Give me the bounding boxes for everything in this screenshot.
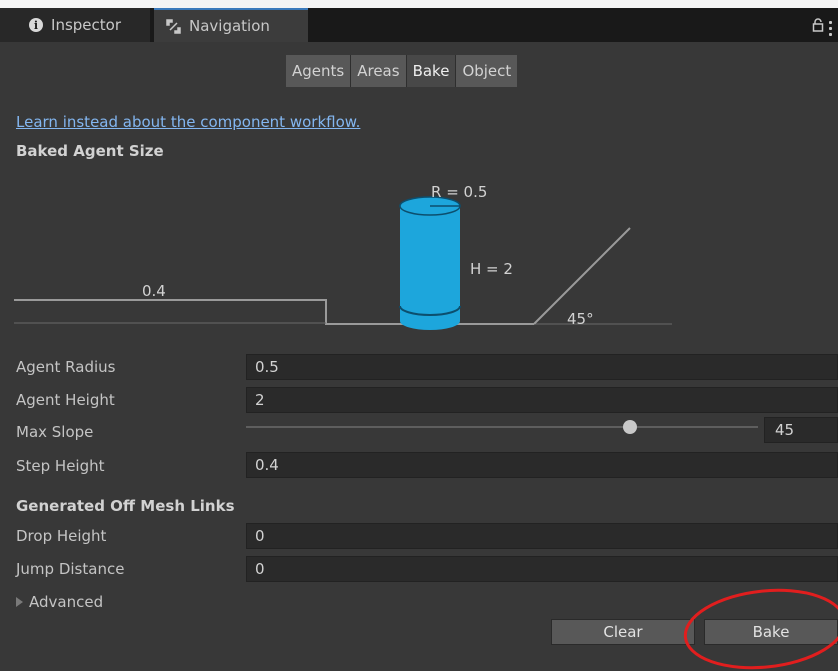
window-top-strip [0,0,838,8]
baked-agent-size-title: Baked Agent Size [16,142,164,160]
component-workflow-link[interactable]: Learn instead about the component workfl… [16,113,360,131]
off-mesh-links-title: Generated Off Mesh Links [16,497,235,515]
info-icon: i [29,18,44,32]
kebab-menu-icon[interactable] [829,21,833,37]
radius-label: R = 0.5 [431,183,487,201]
tab-label: Navigation [189,17,270,35]
agent-height-label: Agent Height [16,391,115,409]
drop-height-label: Drop Height [16,527,107,545]
lock-icon[interactable] [812,18,824,32]
max-slope-slider-track[interactable] [246,426,758,428]
agent-radius-label: Agent Radius [16,358,116,376]
max-slope-field[interactable]: 45 [764,417,838,443]
tab-areas[interactable]: Areas [351,55,407,87]
tab-bake[interactable]: Bake [406,55,457,87]
tab-bar: i Inspector Navigation [0,8,838,42]
tab-agents[interactable]: Agents [286,55,352,87]
mode-toolbar: Agents Areas Bake Object [286,55,518,87]
step-height-field[interactable]: 0.4 [246,452,838,478]
navigation-panel: Agents Areas Bake Object Learn instead a… [0,42,838,671]
navigation-icon [166,18,181,34]
slope-angle-label: 45° [567,310,594,328]
bake-button[interactable]: Bake [704,619,838,645]
advanced-label: Advanced [29,593,104,611]
tab-inspector[interactable]: i Inspector [0,8,150,42]
step-height-label: 0.4 [142,282,166,300]
jump-distance-label: Jump Distance [16,560,125,578]
agent-cylinder [399,196,461,330]
expand-arrow-icon [16,597,23,607]
tab-object[interactable]: Object [456,55,518,87]
advanced-foldout[interactable]: Advanced [16,593,103,611]
tab-label: Inspector [51,16,121,34]
max-slope-slider-thumb[interactable] [623,420,637,434]
drop-height-field[interactable]: 0 [246,523,838,549]
agent-height-field[interactable]: 2 [246,387,838,413]
tab-navigation[interactable]: Navigation [154,8,308,42]
agent-size-diagram: 0.4 45° R = 0.5 H = 2 [14,183,672,330]
step-height-label: Step Height [16,457,105,475]
clear-button[interactable]: Clear [551,619,695,645]
jump-distance-field[interactable]: 0 [246,556,838,582]
agent-radius-field[interactable]: 0.5 [246,354,838,380]
max-slope-label: Max Slope [16,423,94,441]
height-label: H = 2 [470,260,513,278]
